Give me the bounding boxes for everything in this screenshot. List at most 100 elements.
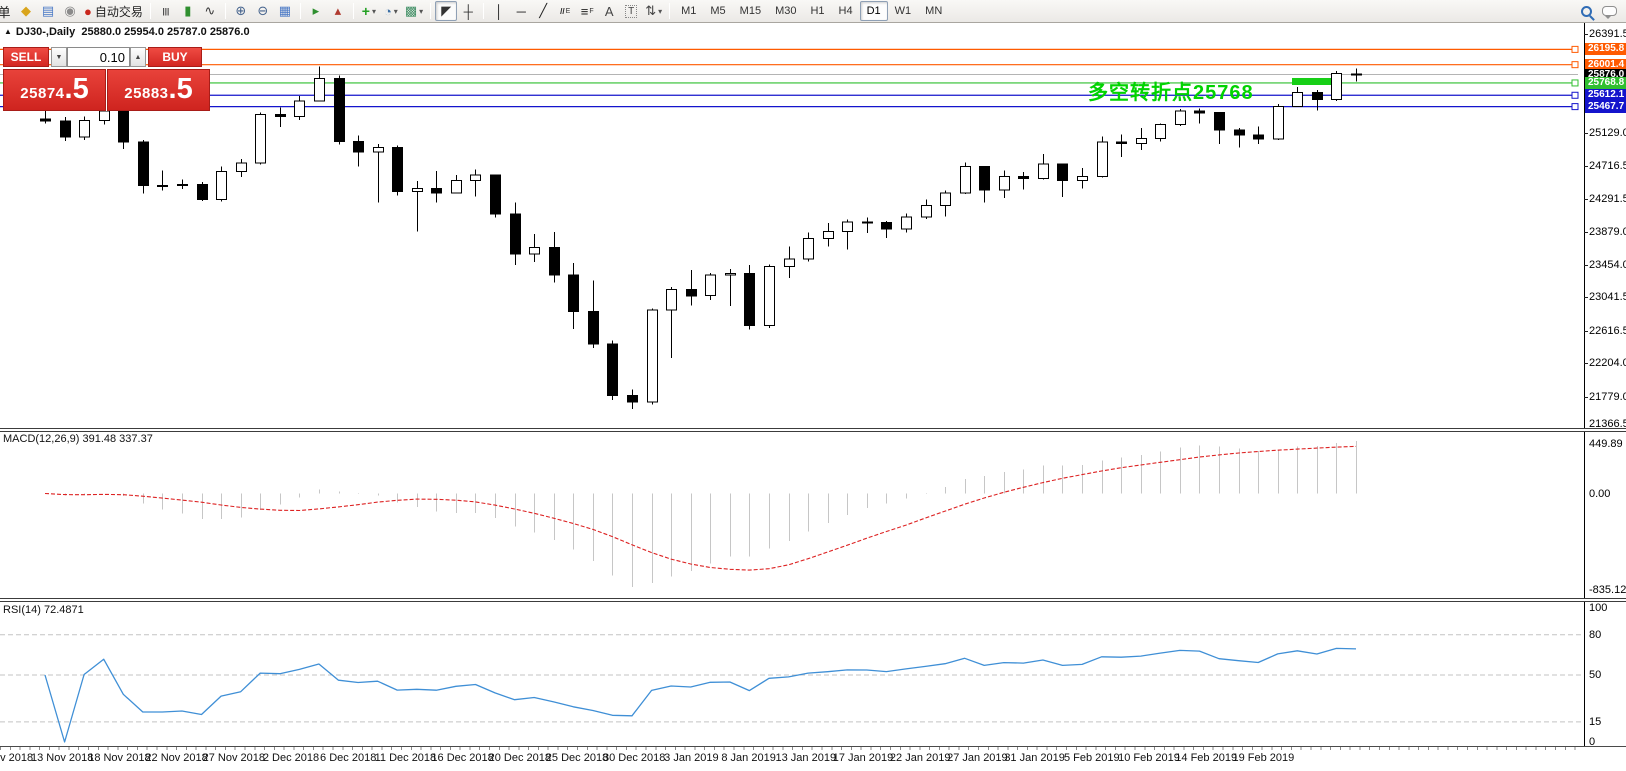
candle <box>80 121 90 137</box>
template-button[interactable]: ▩▾ <box>402 1 426 21</box>
lot-increase-button[interactable]: ▲ <box>130 47 146 67</box>
buy-price-main: 25883 <box>124 85 168 102</box>
date-axis-label: 27 Jan 2019 <box>947 752 1008 764</box>
buy-button[interactable]: BUY <box>148 47 202 67</box>
rsi-line <box>45 648 1356 742</box>
candle <box>374 148 384 153</box>
macd-indicator-label: MACD(12,26,9) 391.48 337.37 <box>3 433 153 445</box>
label-button[interactable]: T <box>620 1 642 21</box>
fibonacci-icon: ≡ <box>581 4 589 19</box>
pane-separator-macd[interactable] <box>0 428 1626 432</box>
pane-separator-rsi[interactable] <box>0 598 1626 602</box>
date-axis-label: 25 Dec 2018 <box>546 752 608 764</box>
search-icon[interactable] <box>1581 6 1592 17</box>
zoom-in-icon: ⊕ <box>235 3 246 19</box>
candle <box>804 239 814 259</box>
buy-price-display[interactable]: 25883.5 <box>107 69 210 111</box>
chart-canvas[interactable] <box>0 23 1626 771</box>
candle <box>745 273 755 325</box>
bar-chart-button[interactable]: ||| <box>155 1 177 21</box>
lot-size-input[interactable] <box>67 47 130 67</box>
candle <box>158 185 168 186</box>
level-marker-26195.8[interactable] <box>1572 46 1578 52</box>
candle <box>980 167 990 191</box>
date-axis-label: 30 Dec 2018 <box>603 752 665 764</box>
timeframe-d1[interactable]: D1 <box>860 1 888 21</box>
dropdown-caret-icon[interactable]: ▾ <box>658 7 662 16</box>
date-axis-label: 3 Jan 2019 <box>664 752 718 764</box>
dropdown-caret-icon[interactable]: ▾ <box>372 7 376 16</box>
date-axis-ticks <box>0 747 1584 750</box>
timeframe-m5[interactable]: M5 <box>703 1 732 21</box>
level-marker-25612.1[interactable] <box>1572 92 1578 98</box>
gold-order-button[interactable]: ◆ <box>15 1 37 21</box>
period-clock-button[interactable]: ◔▾ <box>380 1 402 21</box>
timeframe-m1[interactable]: M1 <box>674 1 703 21</box>
date-axis-label: 22 Nov 2018 <box>145 752 207 764</box>
tile-windows-button[interactable]: ▦ <box>274 1 296 21</box>
timeframe-mn[interactable]: MN <box>918 1 949 21</box>
timeframe-m15[interactable]: M15 <box>733 1 768 21</box>
crosshair-button[interactable]: ┼ <box>457 1 479 21</box>
chart-annotation-text[interactable]: 多空转折点25768 <box>1088 76 1254 105</box>
vertical-line-button[interactable]: │ <box>488 1 510 21</box>
sell-button[interactable]: SELL <box>3 47 49 67</box>
candle <box>1215 113 1225 130</box>
candle <box>530 248 540 255</box>
indicators-list-button[interactable]: ▸ <box>305 1 327 21</box>
autotrading-button[interactable]: ●自动交易 <box>81 1 146 21</box>
toolbar-separator <box>430 3 431 19</box>
timeframe-m30[interactable]: M30 <box>768 1 803 21</box>
indicator-window-button[interactable]: ▴ <box>327 1 349 21</box>
zoom-in-button[interactable]: ⊕ <box>230 1 252 21</box>
timeframe-w1[interactable]: W1 <box>888 1 919 21</box>
sell-price-display[interactable]: 25874.5 <box>3 69 106 111</box>
channel-button[interactable]: //E <box>554 1 576 21</box>
date-axis-label: 6 Dec 2018 <box>320 752 376 764</box>
arrows-button[interactable]: ⇅▾ <box>642 1 665 21</box>
signal-button[interactable]: ◉ <box>59 1 81 21</box>
dropdown-caret-icon[interactable]: ▾ <box>394 7 398 16</box>
price-level-label: 25612.1 <box>1585 89 1626 101</box>
candle <box>100 111 110 121</box>
price-level-label: 25467.7 <box>1585 101 1626 113</box>
text-button[interactable]: A <box>598 1 620 21</box>
level-marker-26001.4[interactable] <box>1572 62 1578 68</box>
chat-icon[interactable] <box>1602 6 1617 16</box>
candle <box>1274 106 1284 139</box>
annotation-highlight[interactable] <box>1292 78 1331 85</box>
market-watch-button[interactable]: ▤ <box>37 1 59 21</box>
level-marker-25467.7[interactable] <box>1572 104 1578 110</box>
line-chart-button[interactable]: ∿ <box>199 1 221 21</box>
zoom-out-button[interactable]: ⊖ <box>252 1 274 21</box>
lot-decrease-button[interactable]: ▼ <box>51 47 67 67</box>
collapse-arrow-icon[interactable]: ▲ <box>4 27 12 36</box>
indicator-window-icon: ▴ <box>335 3 342 19</box>
timeframe-h1[interactable]: H1 <box>803 1 831 21</box>
candlestick-chart-button[interactable]: ▮ <box>177 1 199 21</box>
period-clock-icon: ◔ <box>384 4 392 19</box>
candle <box>335 79 345 142</box>
sell-price-main: 25874 <box>20 85 64 102</box>
autotrading-label: 自动交易 <box>95 3 143 20</box>
candle <box>119 111 129 142</box>
dropdown-caret-icon[interactable]: ▾ <box>419 7 423 16</box>
level-marker-25768.8[interactable] <box>1572 80 1578 86</box>
toolbar: 单◆▤◉●自动交易|||▮∿⊕⊖▦▸▴+▾◔▾▩▾◤┼│─╱//E≡FAT⇅▾M… <box>0 0 1626 23</box>
fibonacci-button[interactable]: ≡F <box>576 1 598 21</box>
candle <box>471 175 481 181</box>
rsi-axis-label: 0 <box>1589 736 1595 748</box>
candle <box>511 214 521 254</box>
candle <box>1137 138 1147 143</box>
new-order-button[interactable]: 单 <box>0 1 15 21</box>
chart-area[interactable]: ▲DJ30-,Daily 25880.0 25954.0 25787.0 258… <box>0 23 1626 771</box>
price-axis-label: 24291.5 <box>1589 193 1626 205</box>
horizontal-line-button[interactable]: ─ <box>510 1 532 21</box>
candle <box>922 206 932 217</box>
text-icon: A <box>605 4 614 19</box>
timeframe-h4[interactable]: H4 <box>832 1 860 21</box>
trendline-button[interactable]: ╱ <box>532 1 554 21</box>
date-axis-label: 8 Jan 2019 <box>721 752 775 764</box>
add-indicator-button[interactable]: +▾ <box>358 1 380 21</box>
cursor-button[interactable]: ◤ <box>435 1 457 21</box>
